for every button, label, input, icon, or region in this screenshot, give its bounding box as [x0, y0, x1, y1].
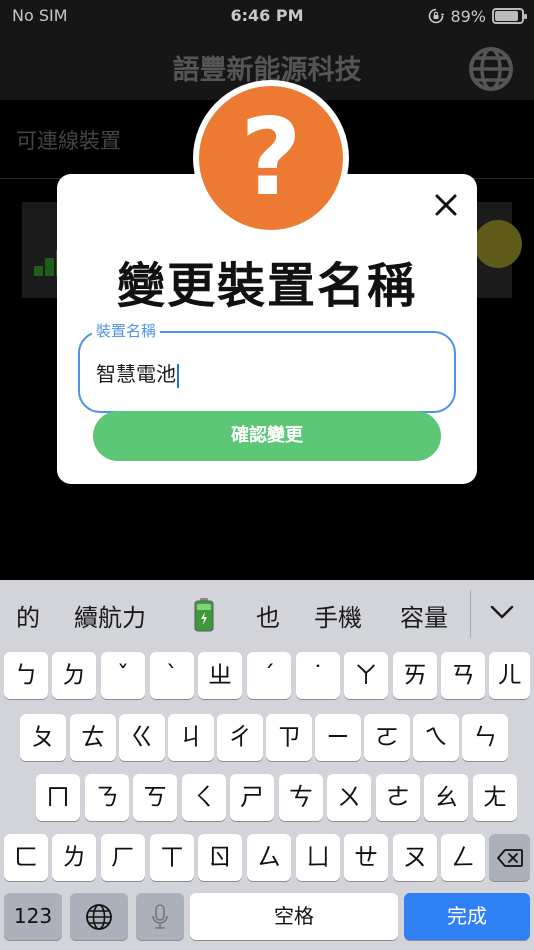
candidate-bar: 的 續航力 也 手機 容量	[0, 580, 534, 648]
available-devices-label: 可連線裝置	[16, 129, 121, 153]
key[interactable]: ㄢ	[441, 652, 485, 699]
candidate-item[interactable]: 也	[256, 598, 280, 633]
candidate-item[interactable]: 容量	[400, 598, 448, 633]
status-bar: No SIM 6:46 PM 89%	[0, 0, 534, 32]
microphone-icon	[152, 903, 168, 929]
key[interactable]: ˇ	[101, 652, 145, 699]
backspace-key[interactable]	[489, 834, 530, 881]
key[interactable]: ㄐ	[168, 714, 214, 761]
key[interactable]: ㄖ	[198, 834, 242, 881]
key[interactable]: ㄦ	[489, 652, 530, 699]
dialog-title: 變更裝置名稱	[116, 258, 417, 314]
key[interactable]: ㄚ	[344, 652, 388, 699]
key[interactable]: ㄋ	[85, 774, 129, 821]
key[interactable]: ㄧ	[315, 714, 361, 761]
device-name-label: 裝置名稱	[92, 320, 161, 341]
key[interactable]: ㄏ	[101, 834, 145, 881]
device-name-value: 智慧電池	[96, 362, 176, 386]
key[interactable]: ㄩ	[296, 834, 340, 881]
key[interactable]: ㄤ	[473, 774, 517, 821]
key[interactable]: ㄆ	[20, 714, 66, 761]
close-icon[interactable]	[431, 190, 461, 220]
key[interactable]: ㄎ	[133, 774, 177, 821]
battery-percent: 89%	[450, 6, 486, 26]
keyboard: 的 續航力 也 手機 容量 ㄅ ㄉ ˇ ˋ ㄓ ˊ ˙ ㄚ ㄞ ㄢ ㄦ ㄆ ㄊ …	[0, 580, 534, 950]
candidate-item[interactable]: 的	[16, 598, 40, 633]
backspace-icon	[496, 848, 523, 867]
key[interactable]: ㄌ	[52, 834, 96, 881]
key[interactable]: ㄞ	[393, 652, 437, 699]
orientation-lock-icon	[429, 8, 445, 24]
key[interactable]: ㄗ	[266, 714, 312, 761]
key[interactable]: ㄣ	[462, 714, 508, 761]
confirm-change-button[interactable]: 確認變更	[93, 411, 441, 461]
key[interactable]: ㄟ	[413, 714, 459, 761]
key[interactable]: ˊ	[247, 652, 291, 699]
key[interactable]: ㄛ	[364, 714, 410, 761]
globe-icon[interactable]	[466, 44, 516, 94]
chevron-down-icon[interactable]	[488, 598, 516, 626]
device-status-indicator	[474, 220, 522, 268]
device-name-input[interactable]: 智慧電池	[96, 358, 179, 388]
question-mark-icon: ?	[199, 86, 343, 230]
key[interactable]: ㄓ	[198, 652, 242, 699]
key[interactable]: ㄔ	[217, 714, 263, 761]
key[interactable]: ㄙ	[247, 834, 291, 881]
key[interactable]: ㄨ	[327, 774, 371, 821]
help-badge: ?	[193, 80, 349, 236]
key[interactable]: ㄅ	[4, 652, 48, 699]
candidate-item[interactable]: 續航力	[74, 598, 146, 633]
battery-emoji-icon[interactable]	[194, 598, 214, 632]
key[interactable]: ㄈ	[4, 834, 48, 881]
key[interactable]: ㄘ	[279, 774, 323, 821]
dictation-key[interactable]	[136, 893, 184, 940]
key[interactable]: ㄝ	[344, 834, 388, 881]
key[interactable]: ㄠ	[424, 774, 468, 821]
globe-icon	[86, 903, 112, 930]
key[interactable]: ㄍ	[119, 714, 165, 761]
key[interactable]: ㄥ	[441, 834, 485, 881]
key[interactable]: ˋ	[150, 652, 194, 699]
key[interactable]: ㄒ	[150, 834, 194, 881]
key[interactable]: ㄕ	[230, 774, 274, 821]
key[interactable]: ˙	[296, 652, 340, 699]
candidate-separator	[470, 590, 471, 638]
signal-bar-1	[34, 266, 43, 276]
key[interactable]: ㄡ	[393, 834, 437, 881]
key[interactable]: ㄜ	[376, 774, 420, 821]
candidate-item[interactable]: 手機	[314, 598, 362, 633]
language-key[interactable]	[70, 893, 128, 940]
battery-fill	[495, 11, 519, 21]
battery-icon	[492, 8, 527, 24]
key[interactable]: ㄊ	[70, 714, 116, 761]
done-key[interactable]: 完成	[404, 893, 530, 940]
key[interactable]: ㄇ	[36, 774, 80, 821]
status-right: 89%	[428, 5, 527, 27]
signal-bar-2	[45, 258, 54, 276]
text-caret	[177, 363, 179, 388]
numbers-key[interactable]: 123	[4, 893, 62, 940]
key[interactable]: ㄉ	[52, 652, 96, 699]
key[interactable]: ㄑ	[182, 774, 226, 821]
space-key[interactable]: 空格	[190, 893, 398, 940]
